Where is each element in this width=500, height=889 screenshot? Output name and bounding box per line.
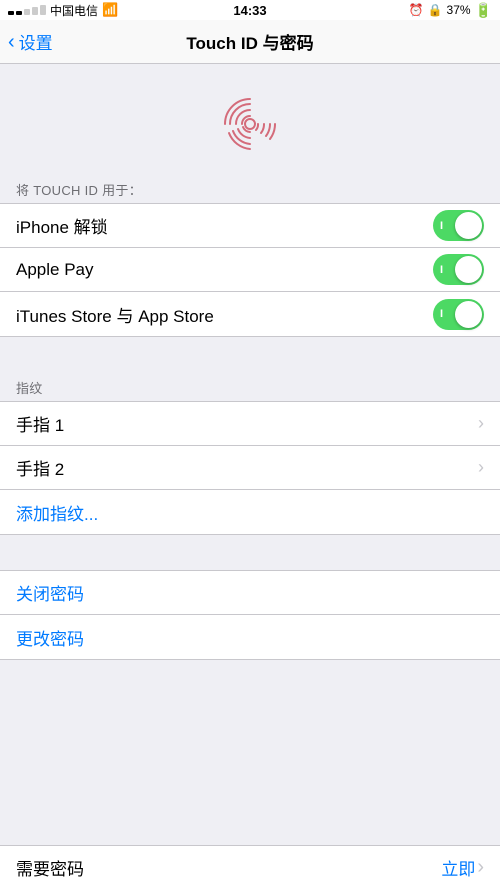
iphone-unlock-label: iPhone 解锁 [16,213,108,238]
require-passcode-action[interactable]: 立即 › [441,855,484,880]
back-label: 设置 [19,29,53,54]
spacer-3 [0,660,500,860]
apple-pay-label: Apple Pay [16,260,94,280]
fingerprints-group: 手指 1 › 手指 2 › 添加指纹... [0,401,500,535]
turn-off-passcode-item[interactable]: 关闭密码 [0,571,500,615]
battery-label: 37% [447,3,471,17]
change-passcode-item[interactable]: 更改密码 [0,615,500,659]
itunes-appstore-toggle[interactable]: I [433,299,484,330]
fingerprint-section [0,64,500,174]
add-fingerprint-label: 添加指纹... [16,500,98,525]
status-bar: 中国电信 📶 14:33 ⏰ 🔒 37% 🔋 [0,0,500,20]
wifi-icon: 📶 [102,2,118,18]
touch-id-section-header: 将 TOUCH ID 用于： [0,174,500,203]
finger-1-item[interactable]: 手指 1 › [0,402,500,446]
spacer-1 [0,337,500,372]
require-passcode-label: 需要密码 [16,855,84,880]
bottom-bar: 需要密码 立即 › [0,845,500,889]
back-button[interactable]: ‹ 设置 [8,29,53,54]
itunes-appstore-item: iTunes Store 与 App Store I [0,292,500,336]
change-passcode-label: 更改密码 [16,625,84,650]
apple-pay-item: Apple Pay I [0,248,500,292]
lock-icon: 🔒 [428,3,443,17]
battery-icon: 🔋 [475,2,492,19]
finger-2-chevron-icon: › [478,457,484,478]
page-title: Touch ID 与密码 [186,29,313,54]
finger-1-chevron-icon: › [478,413,484,434]
fingerprint-icon [220,94,280,154]
apple-pay-toggle[interactable]: I [433,254,484,285]
status-left: 中国电信 📶 [8,2,118,19]
back-chevron-icon: ‹ [8,32,15,52]
finger-1-label: 手指 1 [16,411,64,436]
itunes-appstore-label: iTunes Store 与 App Store [16,302,214,327]
password-actions-group: 关闭密码 更改密码 [0,570,500,660]
turn-off-passcode-label: 关闭密码 [16,580,84,605]
status-right: ⏰ 🔒 37% 🔋 [409,2,492,19]
require-passcode-action-label: 立即 [441,855,475,880]
nav-bar: ‹ 设置 Touch ID 与密码 [0,20,500,64]
carrier-label: 中国电信 [50,2,98,19]
iphone-unlock-toggle[interactable]: I [433,210,484,241]
add-fingerprint-item[interactable]: 添加指纹... [0,490,500,534]
finger-2-label: 手指 2 [16,455,64,480]
iphone-unlock-item: iPhone 解锁 I [0,204,500,248]
signal-icon [8,5,46,15]
finger-2-item[interactable]: 手指 2 › [0,446,500,490]
spacer-2 [0,535,500,570]
require-passcode-chevron-icon: › [477,856,484,879]
fingerprints-section-header: 指纹 [0,372,500,401]
status-time: 14:33 [233,3,266,18]
touch-id-toggles-group: iPhone 解锁 I Apple Pay I iTunes Store 与 A… [0,203,500,337]
alarm-icon: ⏰ [409,3,424,17]
